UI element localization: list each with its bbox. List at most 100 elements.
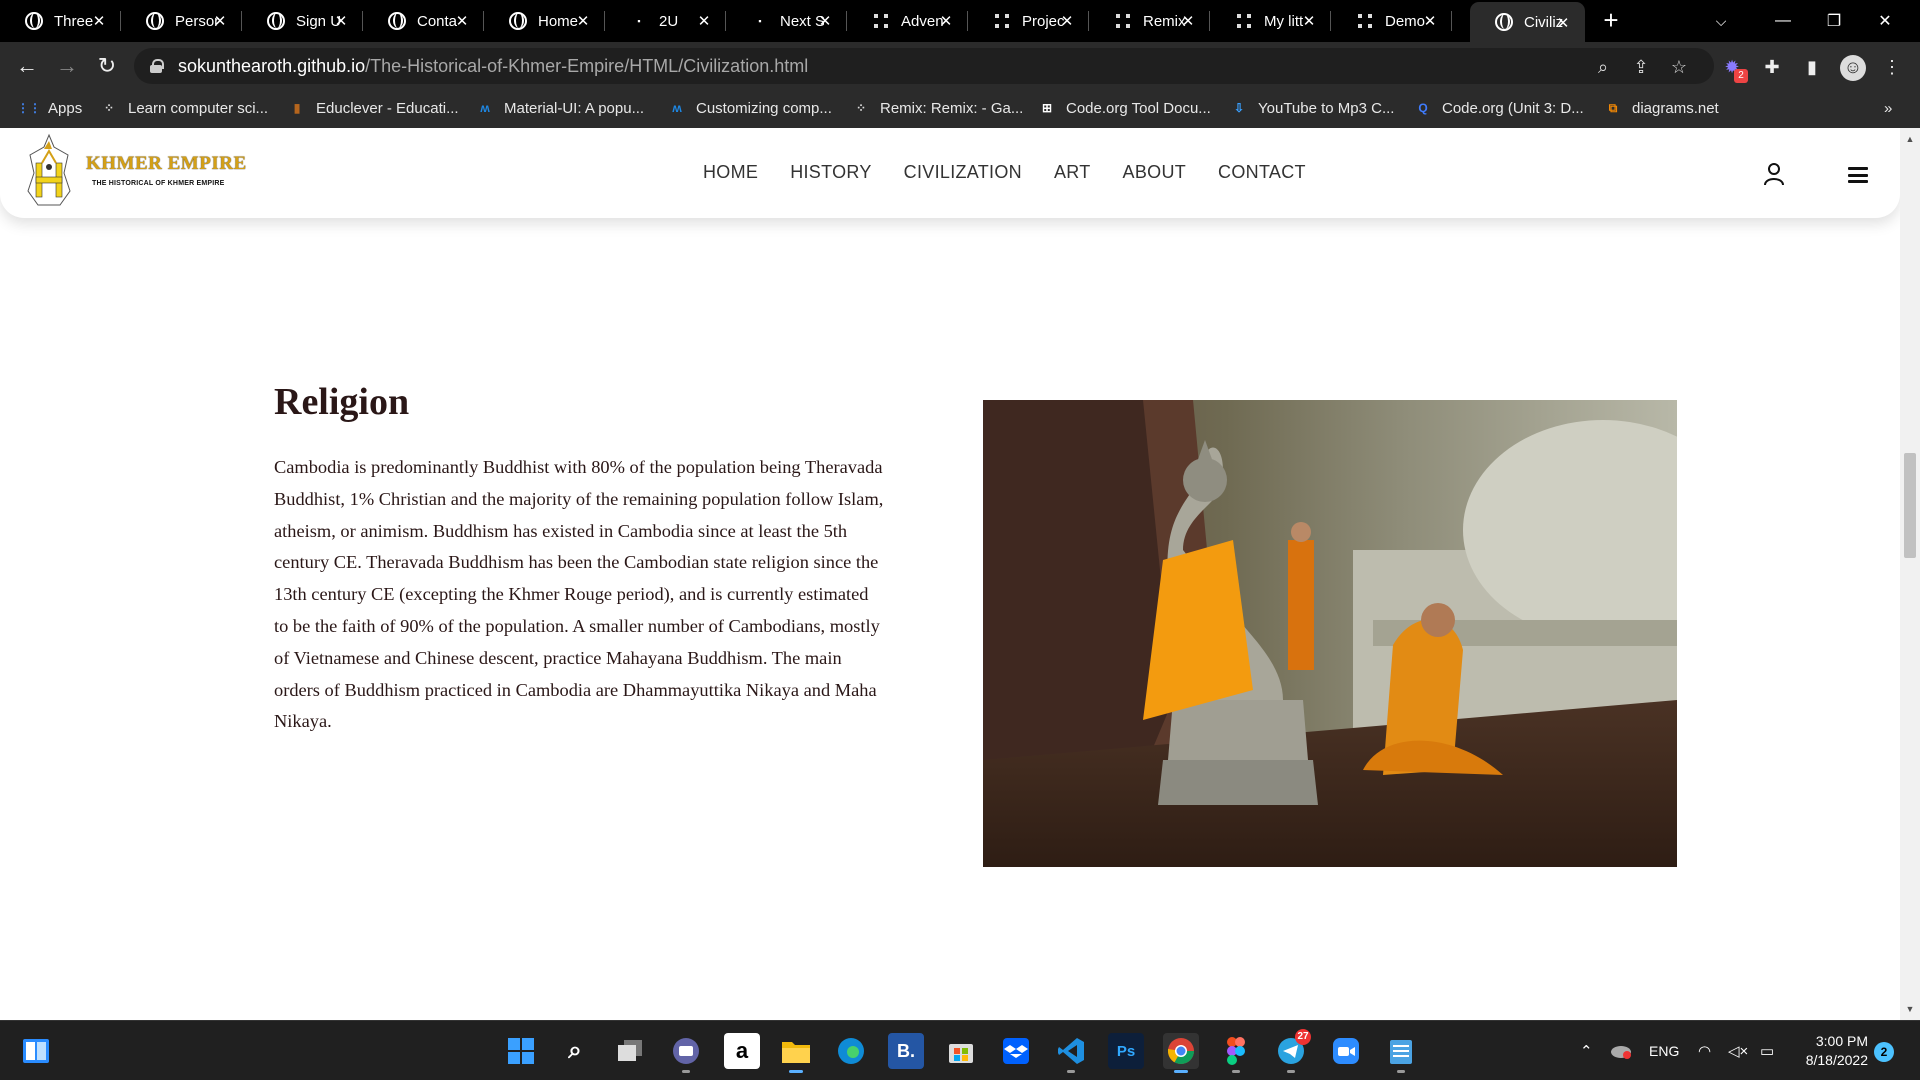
close-tab-icon[interactable]: ✕: [1057, 11, 1077, 31]
zoom-icon[interactable]: ⌕: [1592, 56, 1614, 78]
browser-tab[interactable]: ▪ Next S ✕: [726, 0, 847, 42]
new-tab-button[interactable]: +: [1598, 7, 1624, 34]
khmer-empire-logo-icon[interactable]: [24, 133, 74, 209]
nav-civilization[interactable]: CIVILIZATION: [904, 162, 1022, 183]
close-tab-icon[interactable]: ✕: [815, 11, 835, 31]
share-icon[interactable]: ⇪: [1630, 56, 1652, 78]
dropbox-icon[interactable]: [998, 1033, 1034, 1069]
figma-icon[interactable]: [1218, 1033, 1254, 1073]
nav-about[interactable]: ABOUT: [1123, 162, 1187, 183]
telegram-icon[interactable]: 27: [1273, 1029, 1311, 1073]
close-tab-icon[interactable]: ✕: [331, 11, 351, 31]
puzzle-icon[interactable]: ✚: [1760, 55, 1784, 79]
booking-icon[interactable]: B.: [888, 1033, 924, 1069]
bookmark-item[interactable]: ⇩ YouTube to Mp3 C...: [1230, 90, 1395, 126]
close-tab-icon[interactable]: ✕: [936, 11, 956, 31]
address-bar[interactable]: sokunthearoth.github.io/The-Historical-o…: [134, 48, 1714, 84]
url-text[interactable]: sokunthearoth.github.io/The-Historical-o…: [178, 56, 808, 77]
close-tab-icon[interactable]: ✕: [452, 11, 472, 31]
wifi-icon[interactable]: ◠: [1698, 1021, 1711, 1080]
bookmark-star-icon[interactable]: ☆: [1668, 56, 1690, 78]
scroll-down-icon[interactable]: ▼: [1905, 1004, 1915, 1014]
close-tab-icon[interactable]: ✕: [1420, 11, 1440, 31]
close-tab-icon[interactable]: ✕: [210, 11, 230, 31]
reload-icon[interactable]: ↻: [94, 53, 120, 79]
scroll-up-icon[interactable]: ▲: [1905, 134, 1915, 144]
browser-tab[interactable]: My litt ✕: [1210, 0, 1331, 42]
file-explorer-icon[interactable]: [778, 1033, 814, 1073]
zoom-icon[interactable]: [1328, 1033, 1364, 1069]
bookmark-item[interactable]: ʍ Material-UI: A popu...: [476, 90, 644, 126]
nav-art[interactable]: ART: [1054, 162, 1091, 183]
store-icon[interactable]: [943, 1033, 979, 1069]
forward-arrow-icon[interactable]: →: [54, 53, 80, 79]
kebab-menu-icon[interactable]: ⋮: [1880, 55, 1904, 79]
nav-home[interactable]: HOME: [703, 162, 758, 183]
close-window-button[interactable]: ✕: [1862, 0, 1908, 42]
vscode-icon[interactable]: [1053, 1033, 1089, 1073]
page-scrollbar[interactable]: ▲ ▼: [1900, 128, 1920, 1020]
close-tab-icon[interactable]: ✕: [1553, 13, 1573, 33]
close-tab-icon[interactable]: ✕: [573, 11, 593, 31]
browser-tab[interactable]: Remix ✕: [1089, 0, 1210, 42]
widgets-icon[interactable]: [18, 1033, 54, 1069]
logo-title[interactable]: KHMER EMPIRE: [86, 153, 247, 175]
close-tab-icon[interactable]: ✕: [1178, 11, 1198, 31]
windows-start-icon[interactable]: [503, 1033, 539, 1069]
close-tab-icon[interactable]: ✕: [1299, 11, 1319, 31]
close-tab-icon[interactable]: ✕: [89, 11, 109, 31]
tab-search-icon[interactable]: ⌵: [1698, 0, 1744, 42]
bookmark-item[interactable]: ▮ Educlever - Educati...: [288, 90, 459, 126]
lock-icon[interactable]: [150, 59, 164, 73]
task-view-icon[interactable]: [613, 1033, 649, 1069]
side-panel-icon[interactable]: ▮: [1800, 55, 1824, 79]
windows-taskbar: ⌕ a B. Ps 27 ⌃ ENG ◠ ◁× ▭ 3:00 PM 8/18/2…: [0, 1020, 1920, 1080]
hamburger-menu-icon[interactable]: [1848, 167, 1868, 183]
search-icon[interactable]: ⌕: [557, 1033, 593, 1069]
chrome-icon[interactable]: [1163, 1033, 1199, 1073]
next-icon: ▪: [758, 16, 762, 26]
more-bookmarks-button[interactable]: »: [1884, 90, 1892, 126]
browser-tab[interactable]: Civiliz ✕: [1470, 2, 1585, 42]
battery-icon[interactable]: ▭: [1760, 1021, 1774, 1080]
browser-tab[interactable]: Conta ✕: [363, 0, 484, 42]
browser-tab[interactable]: Adven ✕: [847, 0, 968, 42]
scrollbar-thumb[interactable]: [1904, 453, 1916, 558]
browser-tab[interactable]: Three ✕: [0, 0, 121, 42]
teams-icon[interactable]: [668, 1033, 704, 1073]
notepad-icon[interactable]: [1383, 1033, 1419, 1073]
bookmark-item[interactable]: ⊞ Code.org Tool Docu...: [1038, 90, 1211, 126]
bookmark-item[interactable]: ⧉ diagrams.net: [1604, 90, 1719, 126]
back-arrow-icon[interactable]: ←: [14, 53, 40, 79]
onedrive-icon[interactable]: [1610, 1021, 1632, 1080]
browser-tab[interactable]: Sign U ✕: [242, 0, 363, 42]
language-indicator[interactable]: ENG: [1649, 1021, 1679, 1080]
restore-window-button[interactable]: ❐: [1811, 0, 1857, 42]
extension-gear-icon[interactable]: ✹ 2: [1720, 55, 1748, 83]
browser-tab[interactable]: Projec ✕: [968, 0, 1089, 42]
nav-contact[interactable]: CONTACT: [1218, 162, 1306, 183]
profile-avatar[interactable]: ☺: [1840, 55, 1866, 81]
notification-badge[interactable]: 2: [1874, 1042, 1894, 1062]
system-clock[interactable]: 3:00 PM 8/18/2022: [1796, 1032, 1868, 1070]
close-tab-icon[interactable]: ✕: [694, 11, 714, 31]
bookmark-item[interactable]: ⁘ Remix: Remix: - Ga...: [852, 90, 1023, 126]
minimize-window-button[interactable]: —: [1760, 0, 1806, 42]
edge-icon[interactable]: [833, 1033, 869, 1069]
photoshop-icon[interactable]: Ps: [1108, 1033, 1144, 1069]
browser-tab[interactable]: Demo ✕: [1331, 0, 1452, 42]
browser-tab[interactable]: ▪ 2U ✕: [605, 0, 726, 42]
mui-icon: ʍ: [672, 101, 682, 115]
user-icon[interactable]: [1762, 162, 1786, 186]
amazon-icon[interactable]: a: [724, 1033, 760, 1069]
tray-overflow-icon[interactable]: ⌃: [1580, 1021, 1593, 1080]
browser-tab[interactable]: Person ✕: [121, 0, 242, 42]
bookmark-item[interactable]: ʍ Customizing comp...: [668, 90, 832, 126]
volume-muted-icon[interactable]: ◁×: [1728, 1021, 1748, 1080]
bookmark-label: diagrams.net: [1632, 99, 1719, 117]
bookmark-item[interactable]: ⁘ Learn computer sci...: [100, 90, 268, 126]
nav-history[interactable]: HISTORY: [790, 162, 871, 183]
browser-tab[interactable]: Home ✕: [484, 0, 605, 42]
bookmark-item[interactable]: Q Code.org (Unit 3: D...: [1414, 90, 1583, 126]
bookmark-item[interactable]: ⋮⋮ Apps: [17, 90, 82, 126]
